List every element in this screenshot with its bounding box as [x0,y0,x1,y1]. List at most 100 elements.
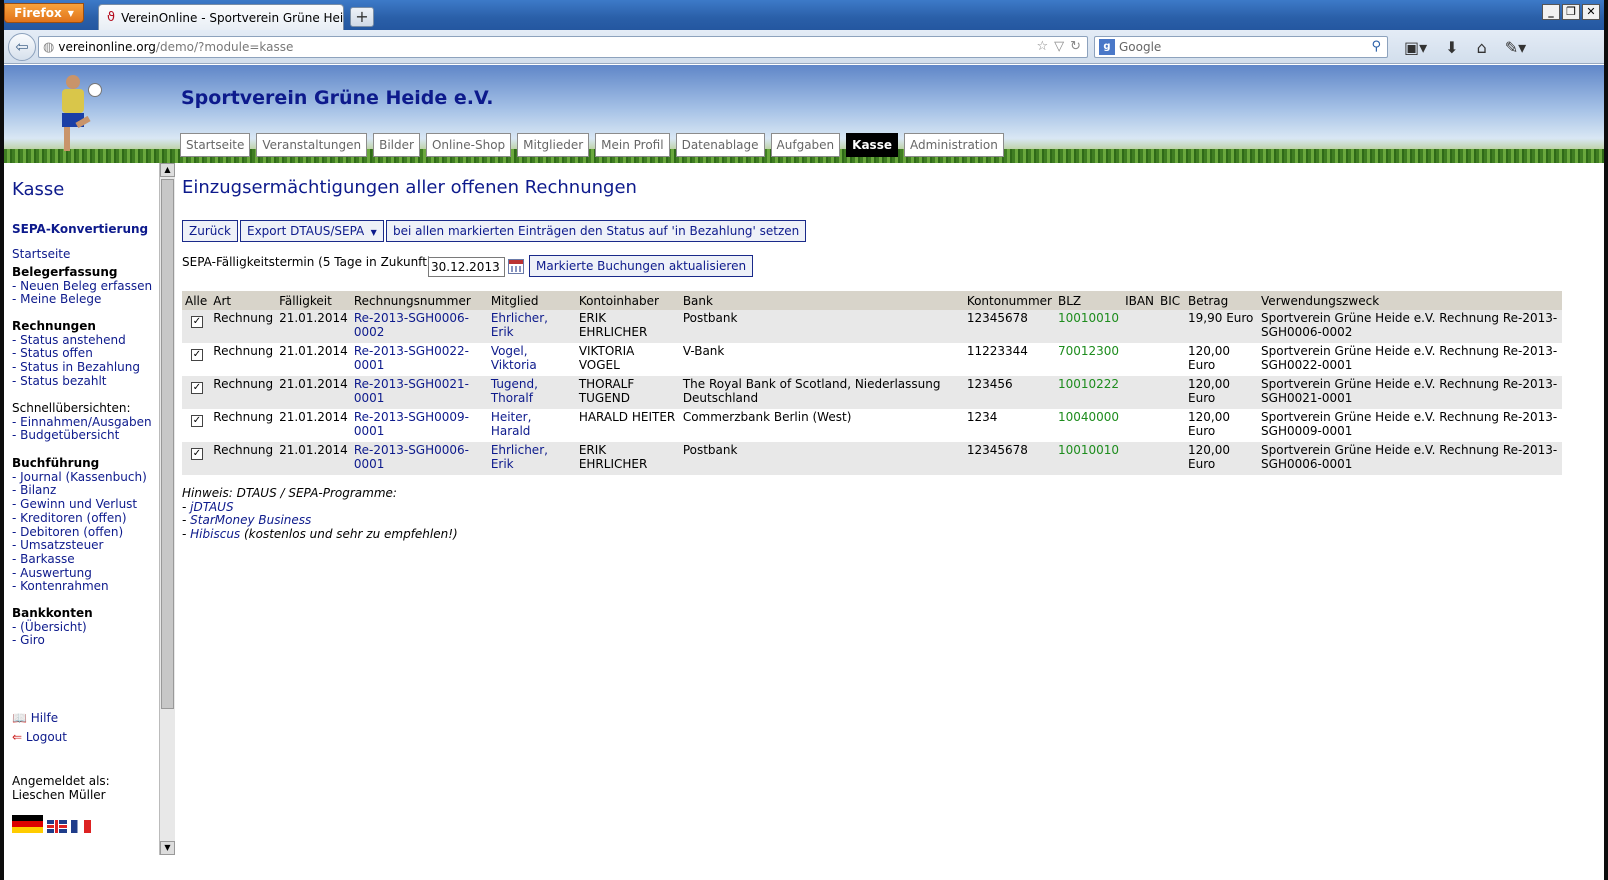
nav-item-bilder[interactable]: Bilder [373,133,420,157]
sidebar-link[interactable]: - Auswertung [12,566,147,581]
sepa-due-date-label: SEPA-Fälligkeitstermin (5 Tage in Zukunf… [182,255,436,269]
bic-cell [1157,376,1186,409]
sidebar-link-startseite[interactable]: Startseite [12,247,70,261]
sidebar-link[interactable]: - Status bezahlt [12,374,140,389]
member-link[interactable]: Vogel, Viktoria [487,343,576,376]
calendar-icon[interactable] [508,259,524,274]
table-row: ✓ Rechnung 21.01.2014 Re-2013-SGH0021-0001 T… [182,376,1562,409]
row-checkbox[interactable]: ✓ [191,448,203,460]
url-bar[interactable]: ◍ vereinonline.org /demo/?module=kasse ☆… [38,36,1088,58]
close-icon[interactable]: ✕ [1582,4,1600,20]
tab-title: VereinOnline - Sportverein Grüne Heide e… [121,10,344,25]
scroll-down-icon[interactable]: ▼ [160,841,175,855]
nav-item-mitglieder[interactable]: Mitglieder [517,133,590,157]
sidebar-link[interactable]: - Kontenrahmen [12,580,147,594]
amount-cell: 120,00 Euro [1185,442,1259,475]
nav-item-online-shop[interactable]: Online-Shop [425,133,512,157]
sidebar-link[interactable]: - Debitoren (offen) [12,525,147,540]
sidebar-link[interactable]: - Kreditoren (offen) [12,511,147,526]
nav-item-administration[interactable]: Administration [903,133,1004,157]
french-flag-icon[interactable] [71,820,91,833]
nav-item-mein-profil[interactable]: Mein Profil [595,133,670,157]
row-checkbox[interactable]: ✓ [191,382,203,394]
table-header-row: Alle Art Fälligkeit Rechnungsnummer Mitglied… [182,291,1562,310]
hint-link[interactable]: jDTAUS [190,500,233,514]
invoice-number-link[interactable]: Re-2013-SGH0009-0001 [350,409,488,442]
search-bar[interactable]: g Google ⚲ [1094,36,1388,58]
restore-icon[interactable]: ❐ [1562,4,1580,20]
minimize-icon[interactable]: _ [1542,4,1560,20]
sidebar-link[interactable]: - Status offen [12,347,140,361]
column-header: Mitglied [487,291,576,310]
column-header: IBAN [1122,291,1158,310]
google-engine-icon[interactable]: g [1099,39,1115,55]
bookmark-star-icon[interactable]: ☆ [1036,39,1048,54]
german-flag-icon[interactable] [12,815,43,833]
new-tab-button[interactable]: + [350,7,374,27]
home-icon[interactable]: ⌂ [1477,38,1487,57]
nav-item-veranstaltungen[interactable]: Veranstaltungen [256,133,368,157]
sidebar-link[interactable]: - Barkasse [12,552,147,567]
account-number-cell: 1234 [963,409,1055,442]
history-dropdown-icon[interactable]: ▽ [1054,39,1064,54]
reload-icon[interactable]: ↻ [1070,39,1081,54]
addon-icon[interactable]: ✎▾ [1505,38,1526,57]
sidebar-link[interactable]: - Bilanz [12,484,147,498]
downloads-icon[interactable]: ⬇ [1445,38,1458,57]
sidebar-link[interactable]: - (Übersicht) [12,620,93,635]
browser-tab[interactable]: ϑ VereinOnline - Sportverein Grüne Heide… [98,4,344,30]
nav-item-startseite[interactable]: Startseite [180,133,251,157]
member-link[interactable]: Tugend, Thoralf [487,376,576,409]
invoice-number-link[interactable]: Re-2013-SGH0006-0001 [350,442,488,475]
export-dtaus-sepa-button[interactable]: Export DTAUS/SEPA ▼ [240,220,384,242]
set-status-in-payment-button[interactable]: bei allen markierten Einträgen den Statu… [386,220,807,242]
column-header: Betrag [1185,291,1259,310]
search-icon[interactable]: ⚲ [1371,39,1381,54]
help-link[interactable]: 📖 Hilfe [12,711,58,725]
sidebar-link[interactable]: - Journal (Kassenbuch) [12,470,147,485]
sidebar-link[interactable]: - Gewinn und Verlust [12,497,147,512]
row-checkbox[interactable]: ✓ [191,349,203,361]
column-header[interactable]: Alle [182,291,211,310]
column-header: Kontoinhaber [575,291,680,310]
hint-link[interactable]: StarMoney Business [190,513,311,528]
sepa-due-date-input[interactable]: 30.12.2013 [428,257,505,277]
invoice-number-link[interactable]: Re-2013-SGH0022-0001 [350,343,488,376]
sidebar-link-sepa[interactable]: SEPA-Konvertierung [12,222,148,236]
member-link[interactable]: Heiter, Harald [487,409,576,442]
sidebar-link[interactable]: - Umsatzsteuer [12,539,147,553]
sidebar-link[interactable]: - Status in Bezahlung [12,360,140,375]
invoice-number-link[interactable]: Re-2013-SGH0021-0001 [350,376,488,409]
invoice-number-link[interactable]: Re-2013-SGH0006-0002 [350,310,488,343]
scrollbar-thumb[interactable] [161,179,174,709]
sidebar-link[interactable]: - Einnahmen/Ausgaben [12,415,152,430]
firefox-menu-button[interactable]: Firefox ▼ [4,3,84,23]
update-marked-bookings-button[interactable]: Markierte Buchungen aktualisieren [529,255,754,277]
sidebar-scrollbar[interactable]: ▲ ▼ [159,163,175,855]
sidebar-link[interactable]: - Meine Belege [12,293,152,307]
type-cell: Rechnung [210,442,277,475]
blz-cell: 10040000 [1054,409,1123,442]
bic-cell [1157,343,1186,376]
sidebar-link[interactable]: - Neuen Beleg erfassen [12,279,152,294]
row-checkbox[interactable]: ✓ [191,415,203,427]
hint-link[interactable]: Hibiscus [190,527,240,541]
row-checkbox[interactable]: ✓ [191,316,203,328]
nav-item-kasse[interactable]: Kasse [846,133,898,157]
back-arrow-icon[interactable]: ⇦ [8,33,36,61]
sidebar-link[interactable]: - Budgetübersicht [12,429,152,443]
member-link[interactable]: Ehrlicher, Erik [487,442,576,475]
nav-item-datenablage[interactable]: Datenablage [675,133,765,157]
nav-item-aufgaben[interactable]: Aufgaben [770,133,841,157]
scroll-up-icon[interactable]: ▲ [160,163,175,177]
sidebar-link[interactable]: - Status anstehend [12,333,140,348]
back-button[interactable]: Zurück [182,220,238,242]
bookmarks-menu-icon[interactable]: ▣▾ [1404,38,1427,57]
sidebar-link[interactable]: - Giro [12,634,93,648]
uk-flag-icon[interactable] [47,820,67,833]
url-actions: ☆ ▽ ↻ [1036,39,1081,54]
member-link[interactable]: Ehrlicher, Erik [487,310,576,343]
logout-link[interactable]: ⇐ Logout [12,730,67,744]
logout-arrow-icon: ⇐ [12,730,23,744]
iban-cell [1122,376,1158,409]
